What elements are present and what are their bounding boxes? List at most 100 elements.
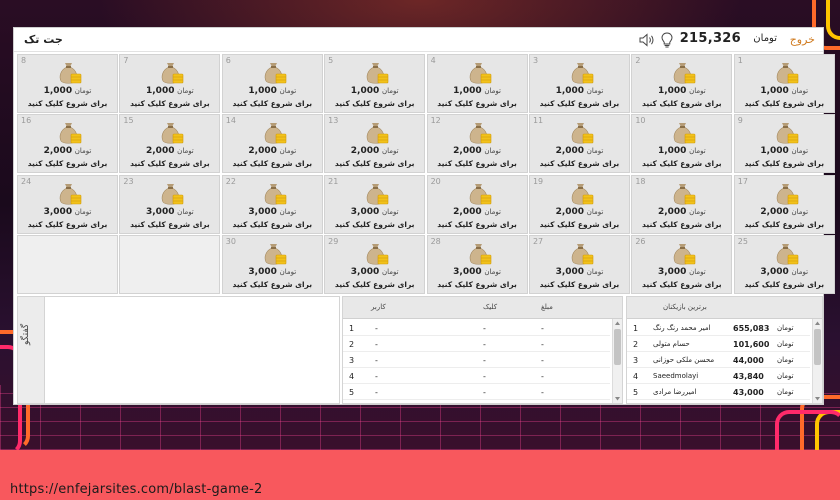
prize-cell-23[interactable]: 23 تومان 3,000 برای شروع کلیک کنید — [119, 174, 221, 234]
balance-unit: تومان — [753, 33, 777, 44]
cell-number: 21 — [328, 176, 339, 186]
cell-number: 4 — [430, 56, 436, 65]
row-click: - — [483, 372, 486, 381]
prize-amount: 1,000 — [43, 86, 73, 96]
money-bag-icon — [469, 183, 491, 205]
money-bag-icon — [776, 63, 799, 84]
scroll-down-icon[interactable] — [814, 396, 821, 402]
prize-cell-16[interactable]: 16 تومان 2,000 برای شروع کلیک کنید — [17, 114, 118, 174]
row-amount: - — [541, 324, 544, 333]
prize-amount: 3,000 — [657, 266, 687, 277]
prize-cell-13[interactable]: 13 تومان 2,000 برای شروع کلیک کنید — [324, 114, 426, 174]
money-bag-icon — [469, 243, 491, 265]
cell-number: 14 — [225, 116, 236, 126]
prize-amount: 1,000 — [760, 146, 789, 157]
prize-cell-21[interactable]: 21 تومان 3,000 برای شروع کلیک کنید — [324, 174, 426, 234]
prize-amount: 1,000 — [248, 86, 277, 96]
prize-cell-17[interactable]: 17 تومان 2,000 برای شروع کلیک کنید — [733, 174, 835, 234]
prize-unit: تومان — [381, 87, 399, 95]
prize-unit: تومان — [279, 267, 297, 276]
prize-cell-10[interactable]: 10 تومان 1,000 برای شروع کلیک کنید — [631, 114, 733, 174]
speaker-icon[interactable] — [639, 33, 655, 47]
chat-area[interactable] — [46, 297, 339, 403]
prize-cell-20[interactable]: 20 تومان 2,000 برای شروع کلیک کنید — [426, 174, 528, 234]
click-to-start-text: برای شروع کلیک کنید — [232, 99, 313, 108]
scroll-thumb[interactable] — [614, 329, 621, 365]
top-bar: جت تک خروج تومان 215,326 — [14, 28, 823, 52]
prize-amount: 3,000 — [555, 266, 585, 277]
clicks-scrollbar[interactable] — [612, 319, 622, 403]
prize-amount: 1,000 — [657, 146, 687, 157]
cell-number: 15 — [123, 116, 134, 126]
cell-number: 19 — [532, 176, 544, 186]
row-score: 655,083 — [733, 324, 770, 333]
row-index: 4 — [633, 372, 639, 381]
row-click: - — [483, 340, 486, 349]
prize-amount: 3,000 — [248, 206, 277, 217]
money-bag-icon — [264, 63, 287, 84]
prize-amount: 1,000 — [350, 86, 380, 96]
row-index: 5 — [349, 388, 355, 397]
prize-cell-4[interactable]: 4 تومان 1,000 برای شروع کلیک کنید — [426, 54, 528, 113]
prize-label: تومان 2,000 — [120, 146, 219, 156]
row-player-name: Saeedmolayi — [653, 372, 699, 380]
prize-cell-8[interactable]: 8 تومان 1,000 برای شروع کلیک کنید — [17, 54, 118, 113]
lightbulb-icon[interactable] — [661, 32, 673, 48]
prize-cell-6[interactable]: 6 تومان 1,000 برای شروع کلیک کنید — [221, 54, 323, 113]
cell-number: 10 — [635, 116, 646, 126]
scroll-up-icon[interactable] — [614, 320, 621, 326]
prize-unit: تومان — [791, 267, 809, 276]
prize-cell-14[interactable]: 14 تومان 2,000 برای شروع کلیک کنید — [221, 114, 323, 174]
prize-cell-26[interactable]: 26 تومان 3,000 برای شروع کلیک کنید — [631, 234, 733, 294]
prize-unit: تومان — [279, 87, 297, 95]
cell-number: 24 — [21, 176, 32, 186]
prize-cell-24[interactable]: 24 تومان 3,000 برای شروع کلیک کنید — [17, 174, 118, 234]
cell-number: 7 — [123, 56, 129, 65]
scroll-up-icon[interactable] — [814, 320, 821, 326]
prize-cell-27[interactable]: 27 تومان 3,000 برای شروع کلیک کنید — [528, 234, 630, 294]
prize-cell-5[interactable]: 5 تومان 1,000 برای شروع کلیک کنید — [324, 54, 426, 113]
prize-amount: 1,000 — [555, 86, 585, 96]
prize-label: تومان 1,000 — [18, 86, 117, 96]
prize-cell-1[interactable]: 1 تومان 1,000 برای شروع کلیک کنید — [733, 54, 835, 113]
money-bag-icon — [571, 243, 594, 265]
prize-cell-30[interactable]: 30 تومان 3,000 برای شروع کلیک کنید — [221, 234, 323, 294]
footer-url[interactable]: https://enfejarsites.com/blast-game-2 — [10, 482, 263, 497]
chat-tab[interactable]: گفتگو — [18, 297, 45, 403]
prize-cell-11[interactable]: 11 تومان 2,000 برای شروع کلیک کنید — [528, 114, 630, 174]
money-bag-icon — [571, 123, 594, 144]
scroll-thumb[interactable] — [814, 329, 821, 365]
prize-cell-7[interactable]: 7 تومان 1,000 برای شروع کلیک کنید — [119, 54, 221, 113]
prize-label: تومان 3,000 — [18, 207, 117, 217]
prize-cell-19[interactable]: 19 تومان 2,000 برای شروع کلیک کنید — [528, 174, 630, 234]
leaderboard-scrollbar[interactable] — [812, 319, 822, 403]
prize-cell-9[interactable]: 9 تومان 1,000 برای شروع کلیک کنید — [733, 114, 835, 174]
clicks-row: 2 - - - — [343, 337, 610, 352]
prize-cell-2[interactable]: 2 تومان 1,000 برای شروع کلیک کنید — [631, 54, 733, 113]
prize-unit: تومان — [586, 87, 604, 95]
prize-cell-3[interactable]: 3 تومان 1,000 برای شروع کلیک کنید — [528, 54, 630, 113]
prize-label: تومان 1,000 — [530, 86, 629, 96]
balance-value: 215,326 — [679, 31, 741, 46]
row-index: 5 — [633, 388, 639, 397]
cell-number: 11 — [532, 116, 544, 126]
row-index: 1 — [349, 324, 355, 333]
prize-label: تومان 3,000 — [428, 267, 527, 277]
click-to-start-text: برای شروع کلیک کنید — [744, 159, 825, 169]
cell-number: 6 — [225, 56, 231, 65]
click-to-start-text: برای شروع کلیک کنید — [642, 159, 722, 169]
prize-cell-12[interactable]: 12 تومان 2,000 برای شروع کلیک کنید — [426, 114, 528, 174]
prize-cell-18[interactable]: 18 تومان 2,000 برای شروع کلیک کنید — [631, 174, 733, 234]
exit-link[interactable]: خروج — [790, 33, 815, 46]
prize-cell-29[interactable]: 29 تومان 3,000 برای شروع کلیک کنید — [324, 234, 426, 294]
prize-label: تومان 2,000 — [530, 146, 629, 156]
prize-cell-22[interactable]: 22 تومان 3,000 برای شروع کلیک کنید — [221, 174, 323, 234]
scroll-down-icon[interactable] — [614, 396, 621, 402]
click-to-start-text: برای شروع کلیک کنید — [130, 219, 210, 229]
prize-cell-28[interactable]: 28 تومان 3,000 برای شروع کلیک کنید — [426, 234, 528, 294]
prize-cell-15[interactable]: 15 تومان 2,000 برای شروع کلیک کنید — [119, 114, 221, 174]
cell-number: 20 — [430, 176, 441, 186]
money-bag-icon — [162, 183, 184, 205]
prize-cell-25[interactable]: 25 تومان 3,000 برای شروع کلیک کنید — [733, 234, 835, 294]
click-to-start-text: برای شروع کلیک کنید — [334, 279, 415, 289]
